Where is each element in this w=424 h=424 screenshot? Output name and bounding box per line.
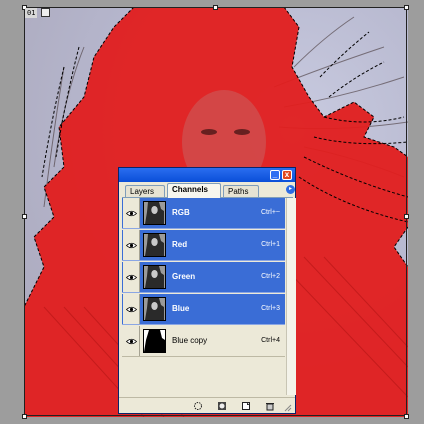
visibility-eye-icon[interactable]	[123, 230, 140, 260]
palette-titlebar[interactable]: _ x	[119, 168, 295, 182]
palette-bottom-bar	[119, 397, 295, 414]
channel-list-scrollbar[interactable]	[286, 198, 296, 395]
new-channel-icon[interactable]	[241, 401, 251, 411]
channel-list: RGB Ctrl+~ Red Ctrl+1 Green Ctrl+2 Blue Ctrl+3 B…	[122, 198, 285, 395]
palette-tabs: Layers Channels Paths ▸	[122, 183, 295, 198]
channel-shortcut: Ctrl+4	[261, 337, 280, 344]
channel-thumbnail	[143, 329, 166, 353]
channel-shortcut: Ctrl+1	[261, 241, 280, 248]
visibility-eye-icon[interactable]	[123, 294, 140, 324]
delete-channel-icon[interactable]	[265, 401, 275, 411]
transform-handle-top-right[interactable]	[404, 5, 409, 10]
visibility-eye-icon[interactable]	[123, 326, 140, 356]
channel-row[interactable]: Blue Ctrl+3	[122, 294, 285, 325]
resize-grip-icon[interactable]	[283, 403, 292, 412]
channel-shortcut: Ctrl+2	[261, 273, 280, 280]
tab-paths[interactable]: Paths	[223, 185, 259, 197]
load-channel-as-selection-icon[interactable]	[193, 401, 203, 411]
channel-row[interactable]: Red Ctrl+1	[122, 230, 285, 261]
document-label-toggle[interactable]	[41, 8, 50, 17]
channel-thumbnail	[143, 201, 166, 225]
transform-handle-top-center[interactable]	[213, 5, 218, 10]
transform-handle-bottom-left[interactable]	[22, 414, 27, 419]
transform-handle-bottom-right[interactable]	[404, 414, 409, 419]
close-button[interactable]: x	[282, 170, 292, 180]
channel-name: Blue copy	[172, 336, 208, 345]
channel-shortcut: Ctrl+3	[261, 305, 280, 312]
tab-layers[interactable]: Layers	[125, 185, 165, 197]
channel-shortcut: Ctrl+~	[260, 209, 280, 216]
transform-handle-middle-left[interactable]	[22, 214, 27, 219]
visibility-eye-icon[interactable]	[123, 262, 140, 292]
channel-thumbnail	[143, 265, 166, 289]
visibility-eye-icon[interactable]	[123, 198, 140, 228]
channel-row[interactable]: Green Ctrl+2	[122, 262, 285, 293]
channel-thumbnail	[143, 297, 166, 321]
channel-name: Blue	[172, 304, 190, 313]
document-label: 01	[25, 8, 38, 18]
channel-name: Red	[172, 240, 188, 249]
transform-handle-middle-right[interactable]	[404, 214, 409, 219]
save-selection-as-channel-icon[interactable]	[217, 401, 227, 411]
channel-row[interactable]: RGB Ctrl+~	[122, 198, 285, 229]
tab-channels[interactable]: Channels	[167, 183, 221, 198]
palette-menu-icon[interactable]: ▸	[286, 185, 295, 194]
channel-name: Green	[172, 272, 196, 281]
channel-name: RGB	[172, 208, 190, 217]
channel-row[interactable]: Blue copy Ctrl+4	[122, 326, 285, 357]
channel-thumbnail	[143, 233, 166, 257]
minimize-button[interactable]: _	[270, 170, 280, 180]
channels-palette[interactable]: _ x Layers Channels Paths ▸ RGB Ctrl+~ Red…	[118, 167, 296, 414]
